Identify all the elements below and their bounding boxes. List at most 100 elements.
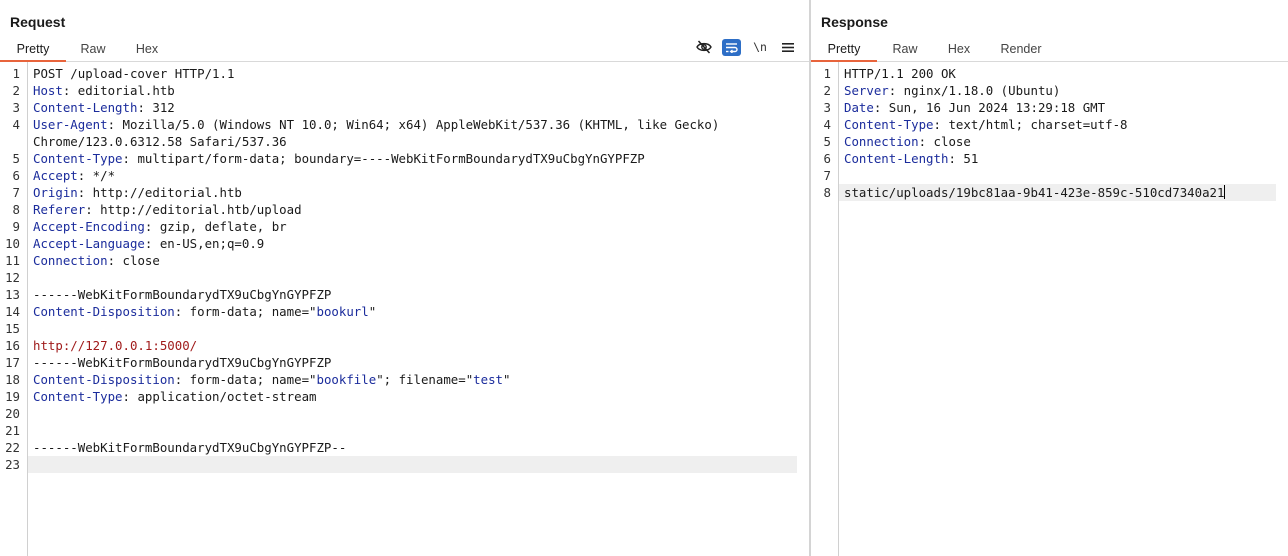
tab-raw[interactable]: Raw [68, 36, 118, 62]
code-line[interactable]: 9 Accept-Encoding: gzip, deflate, br [0, 218, 797, 235]
code-line[interactable]: 22 ------WebKitFormBoundarydTX9uCbgYnGYPF… [0, 439, 797, 456]
code-segment: : close [918, 134, 971, 149]
header-name: Accept-Encoding [33, 219, 145, 234]
code-line[interactable]: 20 [0, 405, 797, 422]
line-number: 7 [823, 168, 831, 183]
code-segment: "; filename=" [376, 372, 474, 387]
line-number: 22 [5, 440, 20, 455]
code-text: HTTP/1.1 200 OK [844, 65, 956, 82]
code-text: static/uploads/19bc81aa-9b41-423e-859c-5… [844, 184, 1226, 201]
code-segment: HTTP/1.1 200 OK [844, 66, 956, 81]
request-editor[interactable]: 1 POST /upload-cover HTTP/1.1 2 Host: edito… [0, 62, 809, 556]
tab-pretty[interactable]: Pretty [0, 36, 66, 62]
code-line[interactable]: 12 [0, 269, 797, 286]
code-text: Origin: http://editorial.htb [33, 184, 242, 201]
code-line[interactable]: 7 [811, 167, 1276, 184]
line-number: 15 [5, 321, 20, 336]
newline-toggle-button[interactable]: \n [750, 38, 770, 56]
code-text: ------WebKitFormBoundarydTX9uCbgYnGYPFZP [33, 354, 331, 371]
code-text: Accept-Language: en-US,en;q=0.9 [33, 235, 264, 252]
code-segment: : */* [77, 168, 116, 183]
response-tabs: Pretty Raw Hex Render [811, 36, 1288, 62]
code-line[interactable]: 15 [0, 320, 797, 337]
code-text: ------WebKitFormBoundarydTX9uCbgYnGYPFZP… [33, 439, 346, 456]
code-line[interactable]: 2 Server: nginx/1.18.0 (Ubuntu) [811, 82, 1276, 99]
code-line[interactable]: 7 Origin: http://editorial.htb [0, 184, 797, 201]
code-line[interactable]: 4 Content-Type: text/html; charset=utf-8 [811, 116, 1276, 133]
code-line[interactable]: 17 ------WebKitFormBoundarydTX9uCbgYnGYPF… [0, 354, 797, 371]
code-text: http://127.0.0.1:5000/ [33, 337, 197, 354]
code-line[interactable]: 2 Host: editorial.htb [0, 82, 797, 99]
code-line[interactable]: 21 [0, 422, 797, 439]
line-number: 20 [5, 406, 20, 421]
line-number: 8 [12, 202, 20, 217]
code-line[interactable]: 6 Accept: */* [0, 167, 797, 184]
code-line[interactable]: 13 ------WebKitFormBoundarydTX9uCbgYnGYPF… [0, 286, 797, 303]
code-line[interactable]: 1 HTTP/1.1 200 OK [811, 65, 1276, 82]
code-line[interactable]: 8 Referer: http://editorial.htb/upload [0, 201, 797, 218]
line-number: 5 [823, 134, 831, 149]
code-line[interactable]: 6 Content-Length: 51 [811, 150, 1276, 167]
word-wrap-icon[interactable] [722, 39, 741, 56]
string-value: bookfile [316, 372, 377, 387]
line-number: 3 [12, 100, 20, 115]
code-text: Content-Type: application/octet-stream [33, 388, 317, 405]
code-line[interactable]: 8 static/uploads/19bc81aa-9b41-423e-859c-… [824, 184, 1276, 201]
eye-slash-icon[interactable] [694, 38, 714, 56]
code-line[interactable]: 23 [5, 456, 797, 473]
line-number: 6 [12, 168, 20, 183]
response-editor[interactable]: 1 HTTP/1.1 200 OK 2 Server: nginx/1.18.0 (U… [811, 62, 1288, 556]
string-value: bookurl [316, 304, 369, 319]
code-text: Content-Type: text/html; charset=utf-8 [844, 116, 1128, 133]
header-name: Content-Length [844, 151, 949, 166]
code-line[interactable]: 3 Date: Sun, 16 Jun 2024 13:29:18 GMT [811, 99, 1276, 116]
tab-raw[interactable]: Raw [879, 36, 931, 62]
code-segment: : close [107, 253, 160, 268]
line-number: 8 [823, 185, 831, 200]
code-line[interactable]: 1 POST /upload-cover HTTP/1.1 [0, 65, 797, 82]
code-segment: : form-data; name=" [174, 304, 317, 319]
code-line[interactable]: 5 Content-Type: multipart/form-data; boun… [0, 150, 797, 167]
line-number: 11 [5, 253, 20, 268]
code-line[interactable]: Chrome/123.0.6312.58 Safari/537.36 [0, 133, 797, 150]
tab-pretty[interactable]: Pretty [811, 36, 877, 62]
header-name: Content-Type [844, 117, 934, 132]
code-segment: " [503, 372, 511, 387]
line-number: 7 [12, 185, 20, 200]
code-segment: : 312 [137, 100, 175, 115]
code-segment: : form-data; name=" [174, 372, 317, 387]
code-segment: Chrome/123.0.6312.58 Safari/537.36 [33, 134, 287, 149]
url-value: http://127.0.0.1:5000/ [33, 338, 198, 353]
tab-hex[interactable]: Hex [124, 36, 170, 62]
code-text: Host: editorial.htb [33, 82, 175, 99]
line-number: 6 [823, 151, 831, 166]
code-line[interactable]: 14 Content-Disposition: form-data; name="… [0, 303, 797, 320]
hamburger-menu-icon[interactable] [778, 38, 798, 56]
code-text: Date: Sun, 16 Jun 2024 13:29:18 GMT [844, 99, 1105, 116]
code-line[interactable]: 11 Connection: close [0, 252, 797, 269]
line-number: 3 [823, 100, 831, 115]
code-text: User-Agent: Mozilla/5.0 (Windows NT 10.0… [33, 116, 719, 133]
tab-render[interactable]: Render [989, 36, 1053, 62]
code-text: POST /upload-cover HTTP/1.1 [33, 65, 234, 82]
code-segment: ------WebKitFormBoundarydTX9uCbgYnGYPFZP [33, 355, 332, 370]
code-segment: " [368, 304, 377, 319]
code-segment: : en-US,en;q=0.9 [144, 236, 265, 251]
line-number: 18 [5, 372, 20, 387]
request-pane: Request Pretty Raw Hex \n 1 POST /upload-… [0, 0, 809, 556]
tab-hex[interactable]: Hex [935, 36, 983, 62]
code-line[interactable]: 10 Accept-Language: en-US,en;q=0.9 [0, 235, 797, 252]
request-title: Request [10, 14, 66, 30]
code-line[interactable]: 16 http://127.0.0.1:5000/ [0, 337, 797, 354]
code-line[interactable]: 4 User-Agent: Mozilla/5.0 (Windows NT 10.… [0, 116, 797, 133]
code-line[interactable]: 18 Content-Disposition: form-data; name="… [0, 371, 797, 388]
header-name: Content-Length [33, 100, 138, 115]
code-line[interactable]: 3 Content-Length: 312 [0, 99, 797, 116]
line-number: 21 [5, 423, 20, 438]
code-line[interactable]: 5 Connection: close [811, 133, 1276, 150]
line-number: 14 [5, 304, 20, 319]
code-segment: : http://editorial.htb [77, 185, 242, 200]
code-segment: ------WebKitFormBoundarydTX9uCbgYnGYPFZP [33, 287, 332, 302]
code-line[interactable]: 19 Content-Type: application/octet-stream [0, 388, 797, 405]
line-number: 10 [5, 236, 20, 251]
